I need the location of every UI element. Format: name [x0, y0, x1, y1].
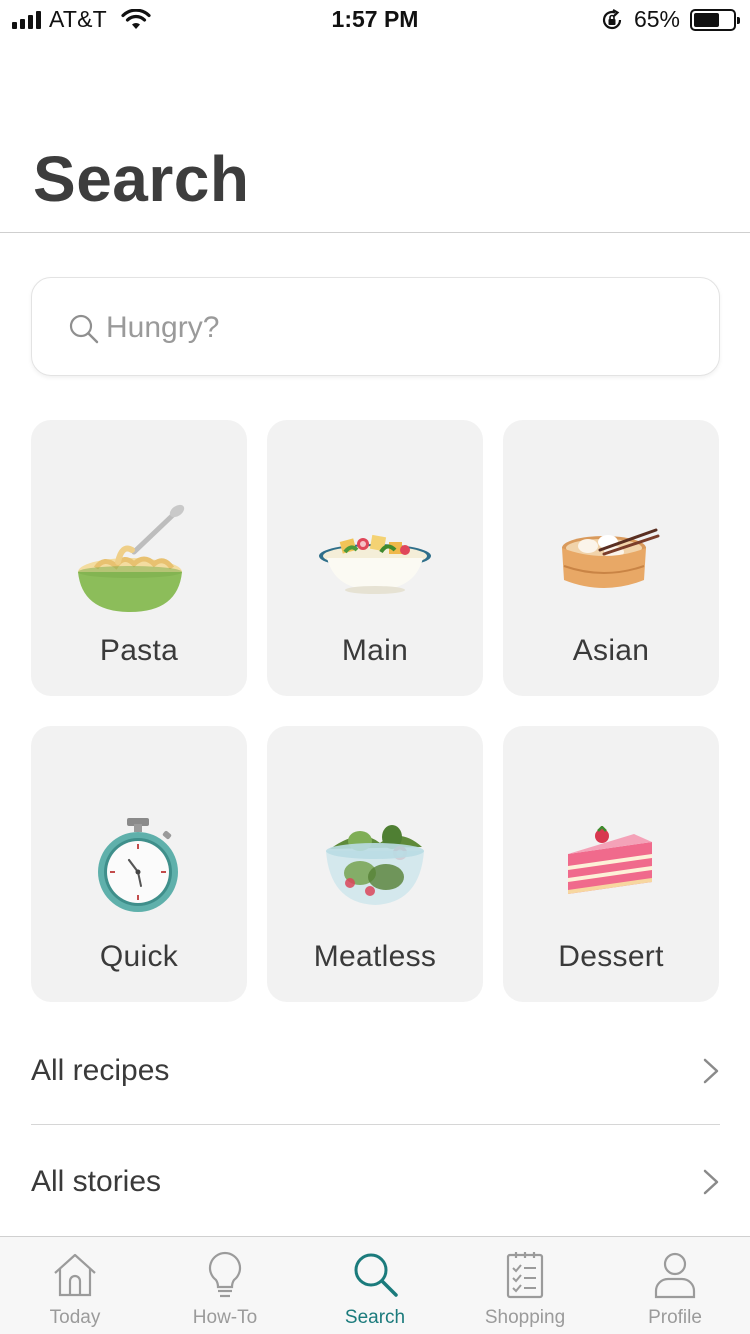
lightbulb-icon — [208, 1251, 242, 1298]
category-card-meatless[interactable]: Meatless — [267, 726, 483, 1002]
status-right: 65% — [600, 6, 740, 33]
tab-profile[interactable]: Profile — [600, 1237, 750, 1334]
category-label: Asian — [572, 634, 650, 667]
all-stories-label: All stories — [31, 1165, 162, 1198]
tab-shopping[interactable]: Shopping — [450, 1237, 600, 1334]
tab-search[interactable]: Search — [300, 1237, 450, 1334]
tab-label: Search — [344, 1307, 406, 1328]
tab-label: Shopping — [484, 1307, 566, 1328]
row-divider — [31, 1124, 720, 1125]
page-title: Search — [33, 143, 250, 215]
tab-today[interactable]: Today — [0, 1237, 150, 1334]
house-icon — [54, 1253, 96, 1297]
category-card-main[interactable]: Main — [267, 420, 483, 696]
person-icon — [654, 1252, 696, 1299]
tab-label: Profile — [648, 1307, 702, 1328]
rotation-lock-icon — [602, 8, 622, 29]
chevron-right-icon — [703, 1058, 719, 1084]
tab-bar: Today How-To Search Shopping Profile — [0, 1236, 750, 1334]
search-icon — [354, 1253, 398, 1297]
pasta-bowl-icon — [31, 490, 247, 630]
salad-bowl-icon — [267, 796, 483, 936]
battery-icon — [690, 8, 740, 31]
category-grid: Pasta Main Asian Quick Meatless Dessert — [31, 420, 720, 1002]
category-card-dessert[interactable]: Dessert — [503, 726, 719, 1002]
category-card-pasta[interactable]: Pasta — [31, 420, 247, 696]
battery-percent: 65% — [633, 6, 680, 32]
search-icon — [69, 314, 99, 344]
title-divider — [0, 232, 750, 233]
category-card-quick[interactable]: Quick — [31, 726, 247, 1002]
all-recipes-label: All recipes — [31, 1054, 170, 1087]
main-dish-icon — [267, 490, 483, 630]
search-field[interactable] — [31, 277, 720, 376]
category-label: Dessert — [558, 940, 664, 973]
status-bar: AT&T 1:57 PM 65% — [0, 0, 750, 40]
tab-label: Today — [49, 1307, 101, 1328]
stopwatch-icon — [31, 796, 247, 936]
category-label: Quick — [99, 940, 179, 973]
category-label: Main — [341, 634, 409, 667]
all-recipes-row[interactable]: All recipes — [31, 1024, 720, 1114]
category-card-asian[interactable]: Asian — [503, 420, 719, 696]
checklist-icon — [506, 1252, 544, 1299]
category-label: Meatless — [313, 940, 437, 973]
search-input[interactable] — [106, 300, 686, 356]
all-stories-row[interactable]: All stories — [31, 1135, 720, 1225]
cake-slice-icon — [503, 796, 719, 936]
tab-label: How-To — [192, 1307, 258, 1328]
category-label: Pasta — [99, 634, 179, 667]
dumpling-basket-icon — [503, 490, 719, 630]
chevron-right-icon — [703, 1169, 719, 1195]
tab-how-to[interactable]: How-To — [150, 1237, 300, 1334]
